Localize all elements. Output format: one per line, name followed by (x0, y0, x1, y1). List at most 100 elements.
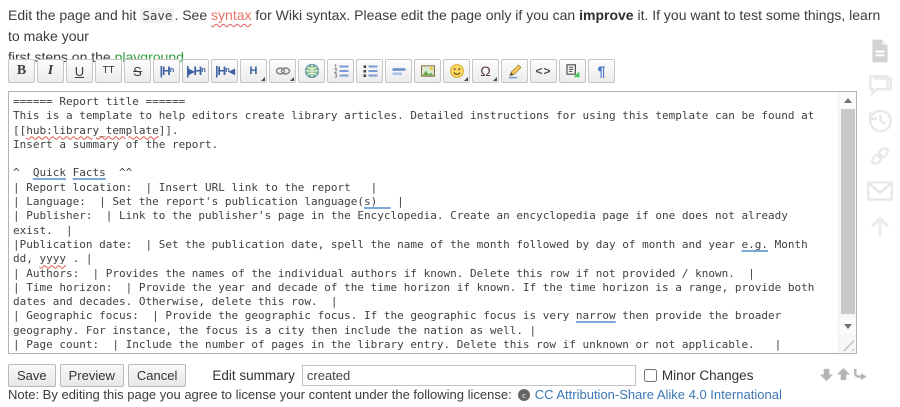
svg-text:3: 3 (334, 74, 337, 79)
file-icon (869, 38, 891, 69)
special-chars-button-glyph: Ω (480, 64, 490, 78)
wiki-editor: ====== Report title ======This is a temp… (8, 91, 857, 354)
paragraph-button[interactable]: ¶ (588, 59, 615, 83)
plugin-button[interactable] (559, 59, 586, 83)
editor-line: This is a template to help editors creat… (13, 109, 839, 123)
preview-button[interactable]: Preview (60, 364, 124, 387)
headline-same-button-glyph: |Hⁿ (160, 65, 174, 77)
page-tool-back-to-top[interactable] (864, 213, 896, 243)
dropdown-corner-icon (261, 77, 265, 81)
cancel-button[interactable]: Cancel (128, 364, 186, 387)
editor-line: dates and decades. Otherwise, delete thi… (13, 295, 839, 309)
editor-line: |Publication date: | Set the publication… (13, 238, 839, 252)
page-tool-backlinks[interactable] (864, 143, 896, 173)
unordered-list-icon (362, 63, 378, 79)
editor-scrollbar[interactable] (838, 92, 856, 353)
triangle-up-icon (844, 94, 852, 103)
speech-bubble-icon (866, 74, 894, 103)
jump-up-icon[interactable] (835, 366, 851, 382)
editor-line: | Time horizon: | Provide the year and d… (13, 281, 839, 295)
jump-back-icon[interactable] (852, 366, 868, 382)
page-tool-discussion[interactable] (864, 73, 896, 103)
page-tool-revisions[interactable] (864, 108, 896, 138)
editor-line: geography. For instance, the focus is a … (13, 324, 839, 338)
headline-lower-button[interactable]: |▸Hⁿ (182, 59, 209, 83)
bottom-jump-icons (818, 366, 869, 382)
code-button[interactable]: <> (530, 59, 557, 83)
jump-down-icon[interactable] (818, 366, 834, 382)
dropdown-corner-icon (464, 77, 468, 81)
backlink-chain-icon (866, 142, 894, 175)
editor-line: dd, yyyy . | (13, 252, 839, 266)
editor-line (13, 152, 839, 166)
page-tools (864, 38, 898, 248)
chain-link-icon (275, 64, 291, 78)
syntax-link[interactable]: syntax (211, 7, 251, 23)
editor-line: | Publisher: | Link to the publisher's p… (13, 209, 839, 223)
monospace-button[interactable]: TT (95, 59, 122, 83)
image-icon (420, 63, 436, 79)
external-link-button[interactable] (298, 59, 325, 83)
save-key-label: Save (140, 8, 174, 23)
intro-text-segment: improve (579, 7, 633, 23)
headline-same-button[interactable]: |Hⁿ (153, 59, 180, 83)
ordered-list-icon: 123 (333, 63, 349, 79)
signature-button[interactable] (501, 59, 528, 83)
editor-line: ^ Quick Facts ^^ (13, 166, 839, 180)
smiley-button[interactable] (443, 59, 470, 83)
minor-changes-label: Minor Changes (662, 368, 754, 383)
plugin-icon (565, 63, 581, 79)
editor-line: | Language: | Set the report's publicati… (13, 195, 839, 209)
headline-select-button[interactable]: H (240, 59, 267, 83)
italic-button-glyph: I (48, 64, 53, 78)
image-button[interactable] (414, 59, 441, 83)
dropdown-corner-icon (290, 77, 294, 81)
save-button[interactable]: Save (8, 364, 56, 387)
arrow-up-icon (866, 212, 894, 245)
ordered-list-button[interactable]: 123 (327, 59, 354, 83)
scrollbar-thumb[interactable] (841, 109, 855, 314)
cc-icon: c (517, 388, 531, 402)
editor-line: | Authors: | Provides the names of the i… (13, 267, 839, 281)
dropdown-corner-icon (493, 77, 497, 81)
editor-line: Insert a summary of the report. (13, 138, 839, 152)
intro-text-segment: for Wiki syntax. Please edit the page on… (252, 7, 580, 23)
code-button-glyph: <> (535, 65, 551, 77)
editor-line: [[hub:library_template]]. (13, 124, 839, 138)
unordered-list-button[interactable] (356, 59, 383, 83)
bold-button-glyph: B (17, 64, 26, 78)
editor-line: | Report location: | Insert URL link to … (13, 181, 839, 195)
italic-button[interactable]: I (37, 59, 64, 83)
minor-changes-field: Minor Changes (644, 368, 754, 383)
horizontal-rule-button[interactable] (385, 59, 412, 83)
smiley-icon (449, 63, 465, 79)
license-note-text: Note: By editing this page you agree to … (8, 387, 512, 402)
special-chars-button[interactable]: Ω (472, 59, 499, 83)
editor-line: exist. | (13, 224, 839, 238)
internal-link-button[interactable] (269, 59, 296, 83)
headline-higher-button-glyph: |Hⁿ◂ (215, 65, 234, 77)
underline-button[interactable]: U (66, 59, 93, 83)
underline-button-glyph: U (75, 65, 84, 78)
scroll-up-button[interactable] (839, 92, 856, 108)
license-note: Note: By editing this page you agree to … (8, 387, 782, 402)
license-link[interactable]: CC Attribution-Share Alike 4.0 Internati… (535, 387, 782, 402)
page-tool-subscribe[interactable] (864, 178, 896, 208)
editor-line: ====== Report title ====== (13, 95, 839, 109)
signature-icon (507, 63, 523, 79)
headline-select-button-glyph: H (250, 66, 258, 77)
triangle-down-icon (844, 324, 852, 333)
editor-line: | Page count: | Include the number of pa… (13, 338, 839, 352)
wiki-textarea[interactable]: ====== Report title ======This is a temp… (9, 92, 839, 353)
page-tool-show[interactable] (864, 38, 896, 68)
minor-changes-checkbox[interactable] (644, 369, 657, 382)
intro-text-segment: Edit the page and hit (8, 7, 140, 23)
scroll-down-button[interactable] (839, 318, 856, 334)
toolbar: B I U TTS |Hⁿ |▸Hⁿ |Hⁿ◂ H 123 Ω <> ¶ (8, 59, 617, 83)
bold-button[interactable]: B (8, 59, 35, 83)
action-bar: Save Preview Cancel Edit summary Minor C… (8, 363, 753, 387)
strike-button[interactable]: S (124, 59, 151, 83)
editor-line: | Geographic focus: | Provide the geogra… (13, 309, 839, 323)
headline-higher-button[interactable]: |Hⁿ◂ (211, 59, 238, 83)
edit-summary-input[interactable] (302, 365, 636, 386)
